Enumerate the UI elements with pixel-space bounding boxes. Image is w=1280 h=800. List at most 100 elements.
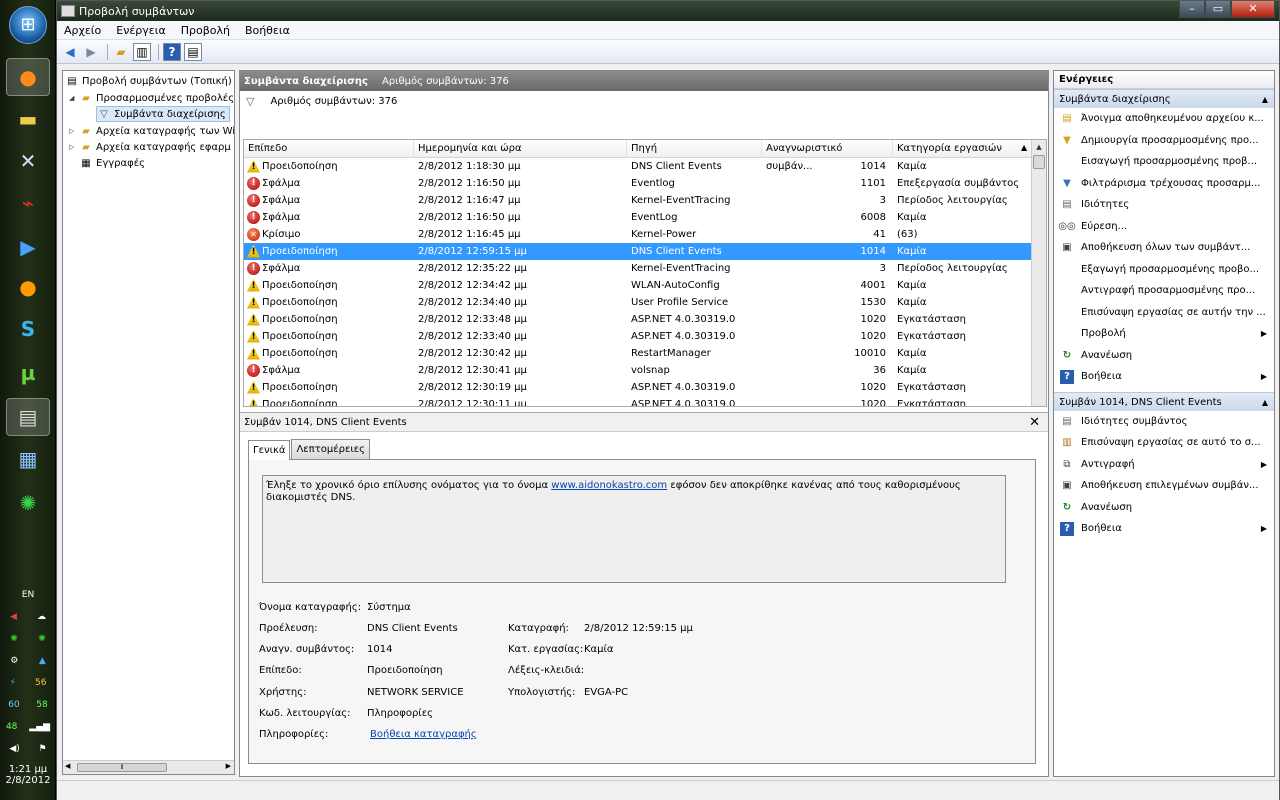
menu-action[interactable]: Ενέργεια <box>116 24 165 37</box>
tree-item-custom-views[interactable]: ◢ ▰ Προσαρμοσμένες προβολές <box>69 90 234 106</box>
folder-taskbar-icon[interactable]: ▬ <box>6 100 50 138</box>
expand-arrow-icon[interactable]: ▷ <box>69 143 79 151</box>
tree-horizontal-scrollbar[interactable]: ◀ ⫴ ▶ <box>63 760 234 774</box>
actions-section-admin-events[interactable]: Συμβάντα διαχείρισης ▲ <box>1054 89 1274 108</box>
table-row[interactable]: ! Προειδοποίηση 2/8/2012 12:34:42 μμ WLAN-A… <box>244 277 1046 294</box>
volume-red-icon[interactable]: ◀ <box>10 612 17 622</box>
action-item[interactable]: Εισαγωγή προσαρμοσμένης προβ... <box>1054 151 1274 173</box>
action-item[interactable]: Προβολή ▶ <box>1054 323 1274 345</box>
tree-item-root[interactable]: ▤ Προβολή συμβάντων (Τοπική) <box>65 73 232 89</box>
menu-file[interactable]: Αρχείο <box>64 24 101 37</box>
action-item[interactable]: Αντιγραφή προσαρμοσμένης προ... <box>1054 280 1274 302</box>
razer-tray-icon-2[interactable]: ✺ <box>38 634 46 644</box>
blue-tray-icon[interactable]: ⚡ <box>10 678 16 688</box>
expand-arrow-icon[interactable]: ▷ <box>69 127 79 135</box>
clock-date[interactable]: 2/8/2012 <box>0 775 56 786</box>
collapse-section-icon[interactable]: ▲ <box>1262 90 1268 109</box>
collapse-arrow-icon[interactable]: ◢ <box>69 94 79 102</box>
column-date[interactable]: Ημερομηνία και ώρα <box>414 140 627 158</box>
tree-item-subscriptions[interactable]: ▦ Εγγραφές <box>79 155 145 171</box>
steam-tray-icon[interactable]: ⚙ <box>10 656 18 666</box>
razer-tray-icon[interactable]: ✺ <box>10 634 18 644</box>
action-item[interactable]: ▤ Άνοιγμα αποθηκευμένου αρχείου κ... <box>1054 108 1274 130</box>
scroll-left-icon[interactable]: ◀ <box>65 762 70 770</box>
event-list-scrollbar[interactable]: ▲ <box>1031 140 1046 406</box>
razer-taskbar-icon[interactable]: ✺ <box>6 484 50 522</box>
action-item[interactable]: ↻ Ανανέωση <box>1054 345 1274 367</box>
action-item[interactable]: Εξαγωγή προσαρμοσμένης προβο... <box>1054 259 1274 281</box>
menu-view[interactable]: Προβολή <box>181 24 230 37</box>
scrollbar-thumb[interactable]: ⫴ <box>77 763 167 772</box>
table-row[interactable]: ! Προειδοποίηση 2/8/2012 12:33:40 μμ ASP.NE… <box>244 328 1046 345</box>
up-folder-icon[interactable]: ▰ <box>112 43 130 61</box>
column-source[interactable]: Πηγή <box>627 140 762 158</box>
acrobat-taskbar-icon[interactable]: ⌁ <box>6 184 50 222</box>
table-row[interactable]: ! Προειδοποίηση 2/8/2012 12:30:42 μμ Restar… <box>244 345 1046 362</box>
tree-item-admin-events[interactable]: ▽ Συμβάντα διαχείρισης <box>96 106 230 122</box>
tab-details[interactable]: Λεπτομέρειες <box>291 439 371 459</box>
title-bar[interactable]: Προβολή συμβάντων – ▭ ✕ <box>57 1 1279 21</box>
table-row[interactable]: ! Προειδοποίηση 2/8/2012 12:30:19 μμ ASP.NE… <box>244 379 1046 396</box>
actions-section-event[interactable]: Συμβάν 1014, DNS Client Events ▲ <box>1054 391 1274 412</box>
action-item[interactable]: Επισύναψη εργασίας σε αυτήν την ... <box>1054 302 1274 324</box>
media-player-taskbar-icon[interactable]: ▶ <box>6 228 50 266</box>
table-row[interactable]: ! Προειδοποίηση 2/8/2012 12:30:11 μμ ASP.NE… <box>244 396 1046 406</box>
network-taskbar-icon[interactable]: ▦ <box>6 440 50 478</box>
help-icon[interactable]: ? <box>163 42 181 61</box>
scroll-up-icon[interactable]: ▲ <box>1032 140 1046 155</box>
action-item[interactable]: ? Βοήθεια ▶ <box>1054 518 1274 540</box>
action-item[interactable]: ▤ Ιδιότητες <box>1054 194 1274 216</box>
table-row[interactable]: ! Σφάλμα 2/8/2012 1:16:50 μμ Eventlog 1101 Επ… <box>244 175 1046 192</box>
flag-icon[interactable]: ⚑ <box>39 744 47 754</box>
utorrent-taskbar-icon[interactable]: µ <box>6 354 50 392</box>
event-description[interactable]: Έληξε το χρονικό όριο επίλυσης ονόματος … <box>262 475 1006 583</box>
action-item[interactable]: ▥ Επισύναψη εργασίας σε αυτό το σ... <box>1054 432 1274 454</box>
back-arrow-icon[interactable]: ◀ <box>61 43 79 61</box>
cloud-icon[interactable]: ☁ <box>37 612 46 622</box>
column-level[interactable]: Επίπεδο <box>244 140 414 158</box>
action-item[interactable]: ↻ Ανανέωση <box>1054 497 1274 519</box>
action-item[interactable]: ? Βοήθεια ▶ <box>1054 366 1274 388</box>
table-row[interactable]: ! Σφάλμα 2/8/2012 1:16:47 μμ Kernel-EventTr… <box>244 192 1046 209</box>
action-item[interactable]: ▣ Αποθήκευση όλων των συμβάντ... <box>1054 237 1274 259</box>
action-item[interactable]: ◎◎ Εύρεση... <box>1054 216 1274 238</box>
table-row[interactable]: ✕ Κρίσιμο 2/8/2012 1:16:45 μμ Kernel-Power 4… <box>244 226 1046 243</box>
event-viewer-taskbar-icon[interactable]: ▤ <box>6 398 50 436</box>
table-row[interactable]: ! Προειδοποίηση 2/8/2012 12:59:15 μμ DNS Cl… <box>244 243 1046 260</box>
language-indicator[interactable]: EN <box>22 590 34 600</box>
signal-icon[interactable]: ▂▄▆ <box>29 722 50 732</box>
scroll-right-icon[interactable]: ▶ <box>226 762 231 770</box>
action-item[interactable]: ⧉ Αντιγραφή ▶ <box>1054 454 1274 476</box>
close-detail-icon[interactable]: ✕ <box>1029 415 1040 430</box>
tree-item-windows-logs[interactable]: ▷ ▰ Αρχεία καταγραφής των Wi <box>69 123 234 139</box>
action-item[interactable]: ▼ Δημιουργία προσαρμοσμένης προ... <box>1054 130 1274 152</box>
table-row[interactable]: ! Προειδοποίηση 2/8/2012 12:34:40 μμ User P… <box>244 294 1046 311</box>
firefox-taskbar-icon[interactable]: ● <box>6 58 50 96</box>
clock-time[interactable]: 1:21 μμ <box>0 764 56 775</box>
maximize-button[interactable]: ▭ <box>1205 1 1231 18</box>
collapse-section-icon[interactable]: ▲ <box>1262 393 1268 412</box>
event-log-help-link[interactable]: Βοήθεια καταγραφής <box>370 729 477 740</box>
menu-help[interactable]: Βοήθεια <box>245 24 290 37</box>
scrollbar-thumb[interactable] <box>1033 155 1045 169</box>
show-hide-actions-icon[interactable]: ▤ <box>184 42 202 61</box>
action-item[interactable]: ▼ Φιλτράρισμα τρέχουσας προσαρμ... <box>1054 173 1274 195</box>
network-tray-icon[interactable]: ▲ <box>39 656 46 666</box>
start-button[interactable]: ⊞ <box>9 6 47 44</box>
speaker-icon[interactable]: ◀) <box>9 744 19 754</box>
table-row[interactable]: ! Σφάλμα 2/8/2012 1:16:50 μμ EventLog 6008 Κα… <box>244 209 1046 226</box>
close-button[interactable]: ✕ <box>1231 1 1275 18</box>
tree-item-app-logs[interactable]: ▷ ▰ Αρχεία καταγραφής εφαρμ <box>69 139 231 155</box>
description-link[interactable]: www.aidonokastro.com <box>551 480 667 491</box>
skype-taskbar-icon[interactable]: S <box>6 310 50 348</box>
table-row[interactable]: ! Σφάλμα 2/8/2012 12:35:22 μμ Kernel-EventT… <box>244 260 1046 277</box>
column-task-category[interactable]: Κατηγορία εργασιών <box>893 140 1033 158</box>
minimize-button[interactable]: – <box>1179 1 1205 18</box>
table-row[interactable]: ! Προειδοποίηση 2/8/2012 1:18:30 μμ DNS Cli… <box>244 158 1046 175</box>
action-item[interactable]: ▣ Αποθήκευση επιλεγμένων συμβάν... <box>1054 475 1274 497</box>
forward-arrow-icon[interactable]: ▶ <box>82 43 100 61</box>
tab-general[interactable]: Γενικά <box>248 440 291 460</box>
x-app-taskbar-icon[interactable]: ✕ <box>6 142 50 180</box>
action-item[interactable]: ▤ Ιδιότητες συμβάντος <box>1054 411 1274 433</box>
table-row[interactable]: ! Σφάλμα 2/8/2012 12:30:41 μμ volsnap 36 Καμί… <box>244 362 1046 379</box>
